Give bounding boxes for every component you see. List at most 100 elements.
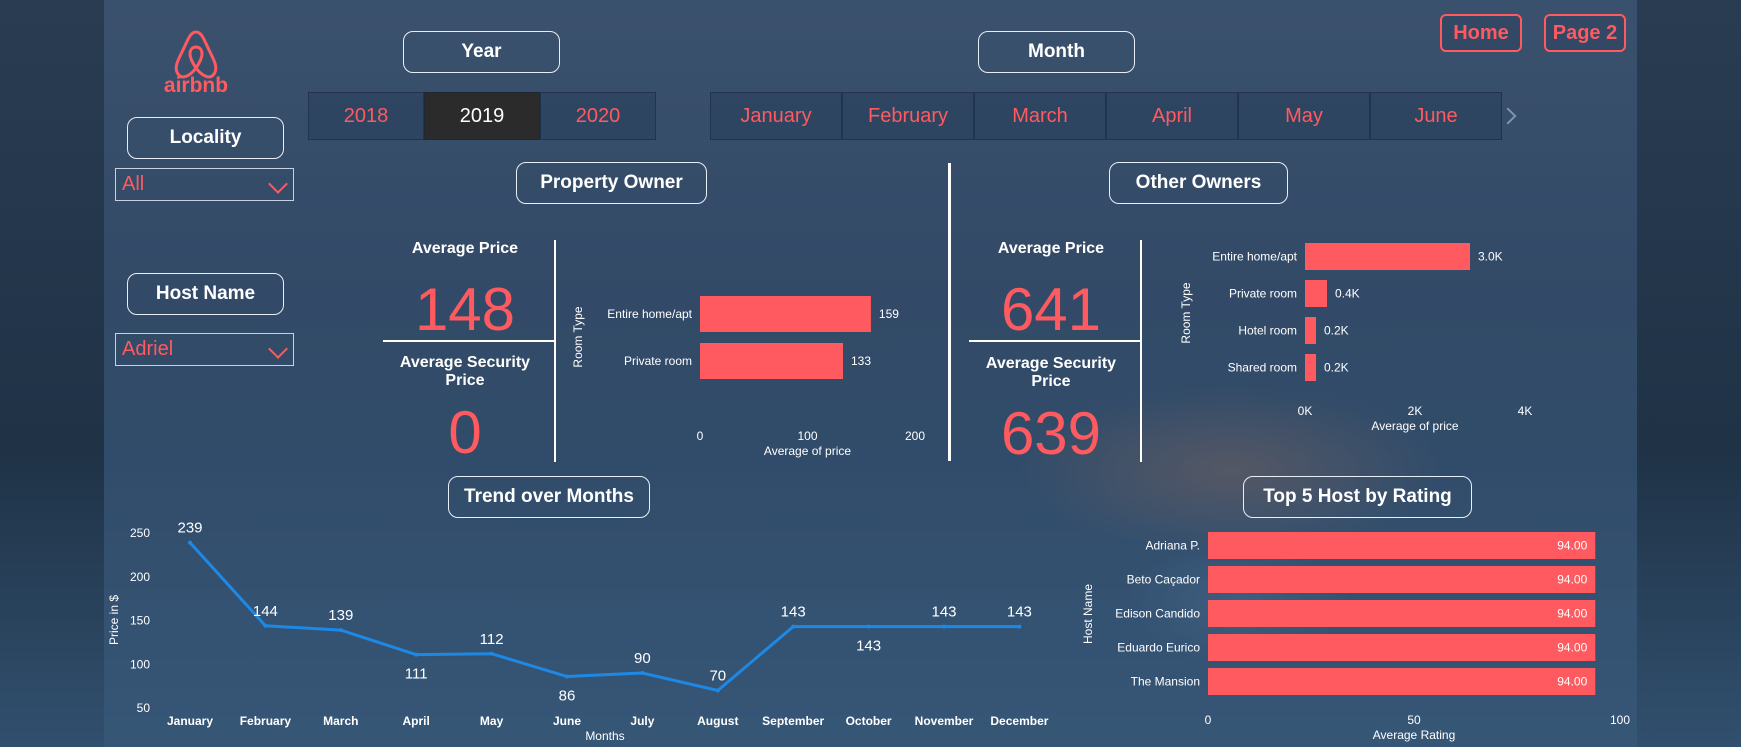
chevron-down-icon xyxy=(268,174,288,194)
bar[interactable] xyxy=(1208,634,1596,661)
x-tick-label: December xyxy=(990,714,1048,728)
bar[interactable] xyxy=(1305,354,1316,381)
x-tick-label: October xyxy=(846,714,892,728)
x-tick-label: 100 xyxy=(797,429,817,443)
data-point[interactable] xyxy=(1017,624,1022,629)
other-owners-kpi-divider xyxy=(969,340,1141,342)
year-option-2020[interactable]: 2020 xyxy=(540,92,656,140)
locality-filter-title: Locality xyxy=(127,117,284,159)
data-label: 94.00 xyxy=(1557,641,1587,655)
x-tick-label: 4K xyxy=(1518,404,1533,418)
category-label: Entire home/apt xyxy=(607,307,692,321)
data-label: 239 xyxy=(177,520,202,537)
trend-over-months-chart: 50 100 150 200 250 Price in $ 239 January 144 Feb… xyxy=(107,520,1049,743)
x-tick-label: July xyxy=(630,714,654,728)
month-option-may[interactable]: May xyxy=(1238,92,1370,140)
category-label: Beto Caçador xyxy=(1127,573,1200,587)
other-owners-avg-price-value: 641 xyxy=(1000,276,1102,343)
x-tick-label: June xyxy=(553,714,581,728)
bar[interactable] xyxy=(1305,243,1470,270)
category-label: Adriana P. xyxy=(1146,539,1201,553)
x-tick-label: November xyxy=(915,714,974,728)
category-label: Hotel room xyxy=(1238,324,1297,338)
airbnb-logo-icon: airbnb xyxy=(164,30,228,97)
category-label: Eduardo Eurico xyxy=(1117,641,1200,655)
trend-title: Trend over Months xyxy=(448,476,650,518)
data-point[interactable] xyxy=(942,624,946,629)
y-tick-label: 50 xyxy=(137,701,151,715)
x-axis-title: Average of price xyxy=(764,444,851,458)
data-point[interactable] xyxy=(188,540,192,545)
page2-button[interactable]: Page 2 xyxy=(1544,14,1626,52)
other-owners-avg-security-value: 639 xyxy=(1000,400,1102,467)
trend-line[interactable] xyxy=(188,541,1020,693)
x-axis-title: Average Rating xyxy=(1373,728,1456,742)
data-label: 133 xyxy=(851,354,871,368)
year-option-2019[interactable]: 2019 xyxy=(424,92,540,140)
month-option-february[interactable]: February xyxy=(842,92,974,140)
other-owners-room-type-chart: Entire home/apt 3.0K Private room 0.4K Hotel… xyxy=(1179,243,1533,433)
bar[interactable] xyxy=(700,343,843,379)
bar[interactable] xyxy=(700,296,871,332)
data-label: 0.4K xyxy=(1335,287,1360,301)
bar[interactable] xyxy=(1208,566,1596,593)
x-tick-label: August xyxy=(697,714,738,728)
data-label: 94.00 xyxy=(1557,573,1587,587)
property-owner-avg-security-label: Average Security Price xyxy=(399,354,531,389)
home-button[interactable]: Home xyxy=(1440,14,1522,52)
chevron-down-icon xyxy=(268,339,288,359)
data-label: 3.0K xyxy=(1478,250,1503,264)
month-option-april[interactable]: April xyxy=(1106,92,1238,140)
data-point[interactable] xyxy=(866,624,871,629)
data-point[interactable] xyxy=(263,623,268,628)
x-axis-title: Months xyxy=(585,729,624,743)
x-tick-label: 0 xyxy=(1205,713,1212,727)
property-owner-vertical-divider xyxy=(554,240,556,462)
bar[interactable] xyxy=(1305,280,1327,307)
property-owner-avg-security-value: 0 xyxy=(448,399,482,466)
year-option-2018[interactable]: 2018 xyxy=(308,92,424,140)
data-label: 94.00 xyxy=(1557,675,1587,689)
top-hosts-title: Top 5 Host by Rating xyxy=(1243,476,1472,518)
other-owners-vertical-divider xyxy=(1140,240,1142,462)
data-point[interactable] xyxy=(715,688,720,693)
data-label: 90 xyxy=(634,650,651,667)
month-option-january[interactable]: January xyxy=(710,92,842,140)
x-tick-label: 0 xyxy=(697,429,704,443)
brand-wordmark: airbnb xyxy=(164,74,228,96)
data-point[interactable] xyxy=(414,652,419,657)
month-option-march[interactable]: March xyxy=(974,92,1106,140)
x-tick-label: September xyxy=(762,714,824,728)
data-label: 139 xyxy=(328,607,353,624)
bar[interactable] xyxy=(1208,532,1596,559)
y-tick-label: 250 xyxy=(130,526,150,540)
locality-dropdown[interactable]: All xyxy=(115,168,294,201)
bar[interactable] xyxy=(1208,600,1596,627)
bar[interactable] xyxy=(1208,668,1596,695)
x-tick-label: 100 xyxy=(1610,713,1630,727)
data-point[interactable] xyxy=(489,651,494,656)
data-point[interactable] xyxy=(640,671,645,675)
data-point[interactable] xyxy=(791,624,796,629)
data-label: 86 xyxy=(559,688,576,705)
y-tick-label: 100 xyxy=(130,657,150,671)
y-axis-title: Room Type xyxy=(1179,282,1193,343)
data-label: 70 xyxy=(709,668,726,685)
category-label: Shared room xyxy=(1228,361,1297,375)
month-option-june[interactable]: June xyxy=(1370,92,1502,140)
data-label: 159 xyxy=(879,307,899,321)
background-left xyxy=(0,0,104,747)
data-label: 143 xyxy=(1007,604,1032,621)
data-point[interactable] xyxy=(338,628,343,633)
data-point[interactable] xyxy=(565,674,569,679)
center-divider xyxy=(948,163,951,461)
bar[interactable] xyxy=(1305,317,1316,344)
y-axis-title: Price in $ xyxy=(107,595,121,645)
y-tick-label: 150 xyxy=(130,614,150,628)
y-axis-title: Room Type xyxy=(571,306,585,367)
host-dropdown[interactable]: Adriel xyxy=(115,333,294,366)
data-label: 0.2K xyxy=(1324,324,1349,338)
data-label: 94.00 xyxy=(1557,539,1587,553)
data-label: 0.2K xyxy=(1324,361,1349,375)
year-slicer: 2018 2019 2020 xyxy=(308,92,656,140)
